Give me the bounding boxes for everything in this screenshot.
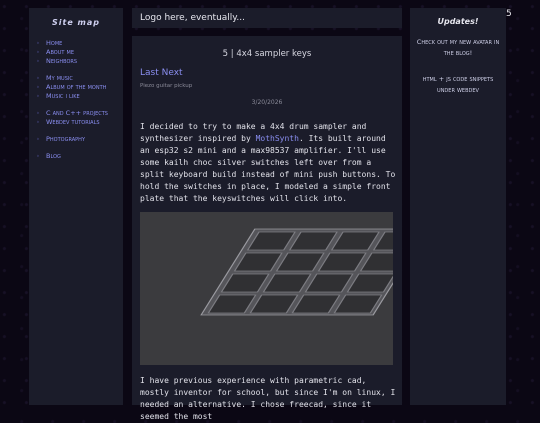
sitemap-item-about-me[interactable]: ◦ About me <box>29 48 123 57</box>
para-text: . Its built around an esp32 s2 mini and … <box>140 134 396 203</box>
last-next-link[interactable]: Last Next <box>140 68 183 78</box>
bullet-icon: ◦ <box>36 119 40 126</box>
bullet-icon: ◦ <box>36 110 40 117</box>
sitemap-item-home[interactable]: ◦ Home <box>29 39 123 48</box>
sitemap-link[interactable]: C and C++ projects <box>46 109 118 118</box>
sitemap-item-neighbors[interactable]: ◦ Neighbors <box>29 57 123 66</box>
bullet-icon: ◦ <box>36 58 40 65</box>
sitemap-item-webdev-tutorials[interactable]: ◦ Webdev tutorials <box>29 118 123 127</box>
logo-placeholder-text: Logo here, eventually... <box>140 13 245 23</box>
updates-panel: Updates! Check out my new avatar in the … <box>410 8 506 405</box>
bullet-icon: ◦ <box>36 136 40 143</box>
updates-title: Updates! <box>437 17 479 26</box>
post-paragraph: I decided to try to make a 4x4 drum samp… <box>140 121 396 205</box>
bullet-icon: ◦ <box>36 75 40 82</box>
sitemap-item-blog[interactable]: ◦ Blog <box>29 152 123 161</box>
sitemap-group: ◦ My music ◦ Album of the month ◦ Music i l… <box>29 74 123 101</box>
sitemap-item-album-of-the-month[interactable]: ◦ Album of the month <box>29 83 123 92</box>
bullet-icon: ◦ <box>36 49 40 56</box>
sitemap-group: ◦ Blog <box>29 152 123 161</box>
post-title: 5 | 4x4 sampler keys <box>222 49 312 59</box>
sitemap-item-c-projects[interactable]: ◦ C and C++ projects <box>29 109 123 118</box>
sitemap-item-photography[interactable]: ◦ Photography <box>29 135 123 144</box>
sitemap-item-music-i-like[interactable]: ◦ Music i like <box>29 92 123 101</box>
bullet-icon: ◦ <box>36 153 40 160</box>
sitemap-link[interactable]: Webdev tutorials <box>46 118 118 127</box>
bullet-icon: ◦ <box>36 93 40 100</box>
corner-number: 5 <box>506 9 512 19</box>
bullet-icon: ◦ <box>36 84 40 91</box>
sitemap-link[interactable]: My music <box>46 74 118 83</box>
sitemap-item-my-music[interactable]: ◦ My music <box>29 74 123 83</box>
update-item: html + js code snippets under webdev <box>422 75 494 94</box>
sitemap-panel: Site map ◦ Home ◦ About me ◦ Neighbors ◦ My … <box>29 8 123 405</box>
front-plate-render-svg <box>140 212 393 365</box>
sitemap-link[interactable]: Music i like <box>46 92 118 101</box>
sitemap-group: ◦ Home ◦ About me ◦ Neighbors <box>29 39 123 66</box>
header-bar: Logo here, eventually... <box>132 8 402 28</box>
sitemap-link[interactable]: Photography <box>46 135 118 144</box>
sitemap-link[interactable]: About me <box>46 48 118 57</box>
sitemap-link[interactable]: Neighbors <box>46 57 118 66</box>
sitemap-link[interactable]: Home <box>46 39 118 48</box>
sitemap-title: Site map <box>52 18 100 27</box>
bullet-icon: ◦ <box>36 40 40 47</box>
sitemap-group: ◦ Photography <box>29 135 123 144</box>
sitemap-link[interactable]: Blog <box>46 152 118 161</box>
next-post-subtitle[interactable]: Piezo guitar pickup <box>140 83 192 89</box>
post-date: 3/20/2026 <box>251 99 283 106</box>
sitemap-group: ◦ C and C++ projects ◦ Webdev tutorials <box>29 109 123 127</box>
main-content: 5 | 4x4 sampler keys Last Next Piezo gui… <box>132 36 402 421</box>
sitemap-link[interactable]: Album of the month <box>46 83 118 92</box>
front-plate-render-image <box>140 212 393 365</box>
mothsynth-link[interactable]: MothSynth <box>256 134 299 143</box>
update-item: Check out my new avatar in the blog! <box>416 38 500 57</box>
post-paragraph-2: I have previous experience with parametr… <box>140 376 396 421</box>
